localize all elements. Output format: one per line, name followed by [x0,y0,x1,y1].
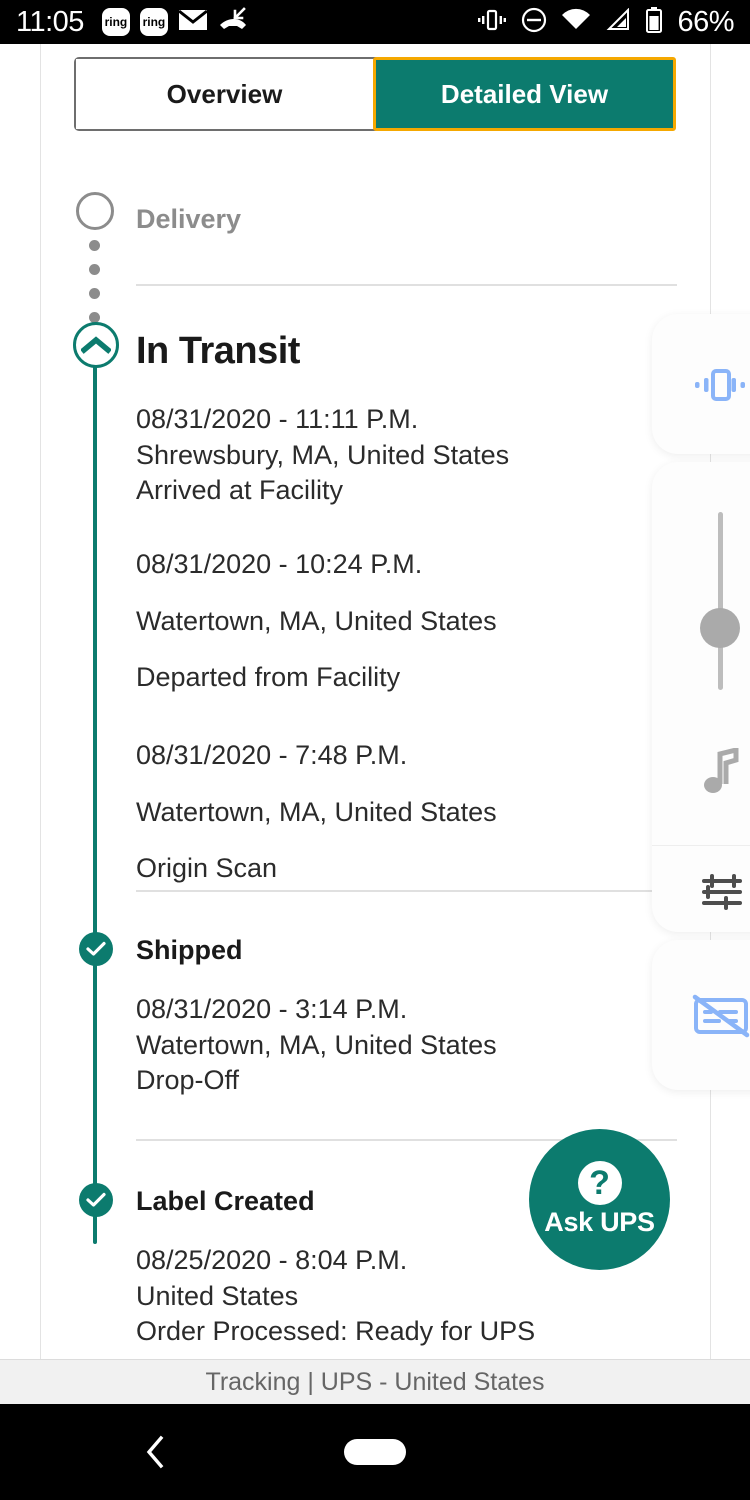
email-icon [177,8,208,37]
timeline-event: 08/31/2020 - 3:14 P.M. Watertown, MA, Un… [136,992,656,1099]
timeline-node-shipped [79,932,113,966]
page-title: Tracking | UPS - United States [205,1367,545,1396]
back-button[interactable] [137,1434,173,1470]
event-action: Origin Scan [136,853,278,884]
event-location: Watertown, MA, United States [136,605,497,636]
ring-app-icon-2: ring [139,8,168,36]
vibrate-icon [477,8,507,37]
event-location: Watertown, MA, United States [136,796,497,827]
do-not-disturb-icon [521,7,547,38]
timeline-event: 08/31/2020 - 10:24 P.M. Watertown, MA, U… [136,536,656,706]
status-bar-system-icons: 66% [477,6,734,39]
event-datetime: 08/31/2020 - 10:24 P.M. [136,549,423,579]
timeline-node-delivery [76,192,114,230]
status-bar-notification-icons: ring ring [101,6,248,38]
volume-card-separator [652,845,750,846]
timeline-node-in-transit[interactable] [73,322,119,368]
media-volume-slider-thumb[interactable] [700,608,740,648]
event-location: United States [136,1280,299,1311]
timeline-status-in-transit: In Transit [136,330,300,372]
event-action: Order Processed: Ready for UPS [136,1316,536,1347]
ask-ups-button[interactable]: ? Ask UPS [529,1129,670,1270]
timeline-event: 08/31/2020 - 7:48 P.M. Watertown, MA, Un… [136,727,656,897]
browser-page-title-bar: Tracking | UPS - United States [0,1359,750,1404]
chevron-up-icon [81,336,111,354]
question-mark-icon: ? [577,1161,622,1205]
timeline-status-label-created: Label Created [136,1186,315,1216]
audio-settings-icon[interactable] [700,872,744,912]
android-navigation-bar [0,1404,750,1500]
ask-ups-label: Ask UPS [544,1207,655,1237]
wifi-icon [561,8,591,37]
event-action: Departed from Facility [136,662,401,693]
android-status-bar: 11:05 ring ring 66% [0,0,750,44]
timeline-status-delivery: Delivery [136,204,242,234]
media-volume-card [652,462,750,932]
event-datetime: 08/31/2020 - 11:11 P.M. [136,404,419,434]
check-icon [86,941,106,956]
event-location: Watertown, MA, United States [136,1029,497,1060]
battery-icon [645,6,663,38]
ring-app-icon: ring [101,8,130,36]
cellular-signal-icon [605,7,631,37]
home-pill[interactable] [344,1439,406,1465]
battery-percent-label: 66% [677,5,734,38]
event-action: Arrived at Facility [136,475,344,506]
music-note-icon [702,748,742,794]
missed-call-icon [218,6,248,38]
event-location: Shrewsbury, MA, United States [136,439,510,470]
media-volume-slider-track[interactable] [718,512,723,690]
check-icon [86,1192,106,1207]
section-divider-1 [136,284,677,286]
section-divider-2 [136,890,677,892]
timeline-event: 08/31/2020 - 11:11 P.M. Shrewsbury, MA, … [136,402,656,509]
event-action: Drop-Off [136,1065,240,1096]
timeline-progress-line [93,344,97,1244]
status-bar-clock: 11:05 [16,5,84,38]
live-caption-off-icon[interactable] [692,994,750,1038]
event-datetime: 08/31/2020 - 3:14 P.M. [136,994,408,1024]
vibrate-icon[interactable] [692,364,748,406]
event-datetime: 08/31/2020 - 7:48 P.M. [136,740,408,770]
timeline-node-label-created [79,1183,113,1217]
timeline-status-shipped: Shipped [136,935,243,965]
